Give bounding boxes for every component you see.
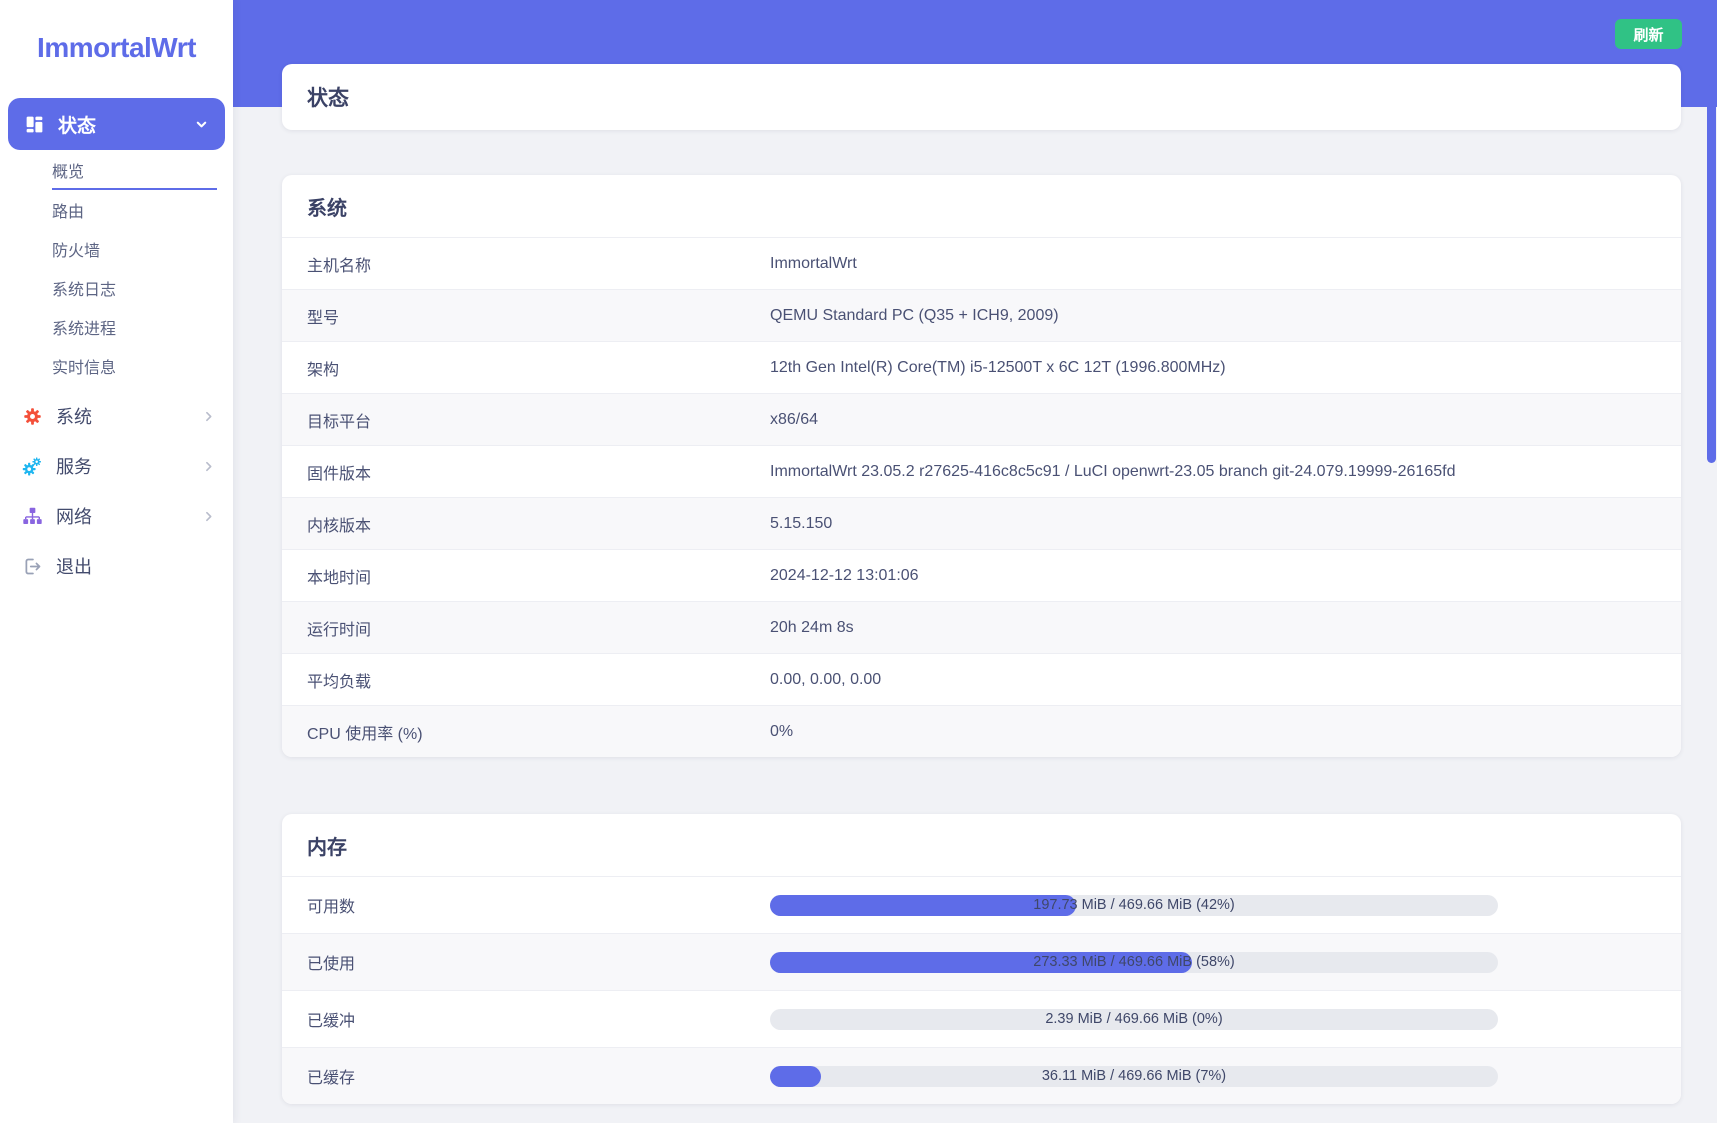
page-title: 状态 bbox=[282, 64, 1681, 130]
row-label: 内核版本 bbox=[307, 517, 372, 535]
chevron-right-icon bbox=[202, 460, 215, 473]
memory-used-bar: 273.33 MiB / 469.66 MiB (58%) bbox=[770, 951, 1681, 973]
memory-cached-bar: 36.11 MiB / 469.66 MiB (7%) bbox=[770, 1065, 1681, 1087]
table-row: 主机名称 ImmortalWrt bbox=[282, 237, 1681, 289]
gears-icon bbox=[22, 456, 43, 477]
sidebar-item-label: 状态 bbox=[58, 115, 97, 137]
table-row: CPU 使用率 (%) 0% bbox=[282, 705, 1681, 757]
sidebar-item-firewall[interactable]: 防火墙 bbox=[52, 229, 217, 268]
table-row: 固件版本 ImmortalWrt 23.05.2 r27625-416c8c5c… bbox=[282, 445, 1681, 497]
row-label: 运行时间 bbox=[307, 621, 372, 639]
table-row: 平均负载 0.00, 0.00, 0.00 bbox=[282, 653, 1681, 705]
row-value: QEMU Standard PC (Q35 + ICH9, 2009) bbox=[770, 306, 1059, 324]
table-row: 本地时间 2024-12-12 13:01:06 bbox=[282, 549, 1681, 601]
dashboard-grid-icon bbox=[24, 114, 45, 135]
progress-bar: 273.33 MiB / 469.66 MiB (58%) bbox=[770, 951, 1498, 973]
scrollbar-thumb[interactable] bbox=[1707, 85, 1716, 463]
main-area: 刷新 状态 系统 主机名称 ImmortalWrt 型号 QEMU Standa… bbox=[233, 0, 1717, 1123]
page-scrollbar[interactable] bbox=[1706, 0, 1717, 1123]
table-row: 已缓冲 2.39 MiB / 469.66 MiB (0%) bbox=[282, 990, 1681, 1047]
table-row: 已使用 273.33 MiB / 469.66 MiB (58%) bbox=[282, 933, 1681, 990]
memory-free-bar: 197.73 MiB / 469.66 MiB (42%) bbox=[770, 894, 1681, 916]
sidebar-item-label: 系统 bbox=[56, 407, 92, 427]
app-logo: ImmortalWrt bbox=[37, 32, 196, 63]
sitemap-icon bbox=[22, 506, 43, 527]
sidebar-item-status[interactable]: 状态 bbox=[8, 98, 225, 150]
status-submenu: 概览 路由 防火墙 系统日志 系统进程 实时信息 bbox=[52, 151, 217, 385]
row-label: 已缓存 bbox=[307, 1070, 356, 1087]
sidebar-item-realtime[interactable]: 实时信息 bbox=[52, 346, 217, 385]
sidebar-item-label: 服务 bbox=[56, 457, 92, 477]
sidebar-nav: 状态 概览 路由 防火墙 系统日志 系统进程 实时信息 系统 服务 网络 退出 bbox=[0, 98, 233, 591]
table-row: 目标平台 x86/64 bbox=[282, 393, 1681, 445]
sidebar-item-label: 网络 bbox=[56, 507, 92, 527]
sidebar-item-syslog[interactable]: 系统日志 bbox=[52, 268, 217, 307]
row-value: 12th Gen Intel(R) Core(TM) i5-12500T x 6… bbox=[770, 358, 1226, 376]
progress-bar-text: 36.11 MiB / 469.66 MiB (7%) bbox=[1041, 1067, 1227, 1084]
logout-icon bbox=[22, 556, 43, 577]
row-value: 5.15.150 bbox=[770, 514, 833, 532]
table-row: 可用数 197.73 MiB / 469.66 MiB (42%) bbox=[282, 876, 1681, 933]
memory-section: 内存 可用数 197.73 MiB / 469.66 MiB (42%) 已使用… bbox=[282, 814, 1681, 1104]
gear-icon bbox=[22, 406, 43, 427]
memory-buffered-bar: 2.39 MiB / 469.66 MiB (0%) bbox=[770, 1008, 1681, 1030]
system-section: 系统 主机名称 ImmortalWrt 型号 QEMU Standard PC … bbox=[282, 175, 1681, 757]
progress-bar: 197.73 MiB / 469.66 MiB (42%) bbox=[770, 894, 1498, 916]
progress-bar: 36.11 MiB / 469.66 MiB (7%) bbox=[770, 1065, 1498, 1087]
row-label: 架构 bbox=[307, 361, 340, 379]
row-value: 2024-12-12 13:01:06 bbox=[770, 566, 919, 584]
sidebar-item-label: 退出 bbox=[56, 557, 92, 577]
sidebar-item-processes[interactable]: 系统进程 bbox=[52, 307, 217, 346]
table-row: 已缓存 36.11 MiB / 469.66 MiB (7%) bbox=[282, 1047, 1681, 1104]
sidebar-item-services[interactable]: 服务 bbox=[0, 441, 233, 491]
row-value: 20h 24m 8s bbox=[770, 618, 854, 636]
row-value: 0.00, 0.00, 0.00 bbox=[770, 670, 882, 688]
section-title-system: 系统 bbox=[307, 197, 347, 220]
section-title-memory: 内存 bbox=[307, 836, 347, 859]
page-content: 状态 系统 主机名称 ImmortalWrt 型号 QEMU Standard … bbox=[282, 64, 1681, 1123]
row-label: CPU 使用率 (%) bbox=[307, 725, 423, 743]
table-row: 内核版本 5.15.150 bbox=[282, 497, 1681, 549]
row-label: 平均负载 bbox=[307, 673, 372, 691]
progress-bar-text: 273.33 MiB / 469.66 MiB (58%) bbox=[1033, 953, 1235, 970]
row-label: 已使用 bbox=[307, 956, 356, 973]
row-label: 固件版本 bbox=[307, 465, 372, 483]
row-value: 0% bbox=[770, 722, 794, 740]
table-row: 运行时间 20h 24m 8s bbox=[282, 601, 1681, 653]
row-label: 型号 bbox=[307, 309, 340, 327]
sidebar-item-overview[interactable]: 概览 bbox=[52, 151, 217, 190]
sidebar-item-network[interactable]: 网络 bbox=[0, 491, 233, 541]
progress-bar-text: 197.73 MiB / 469.66 MiB (42%) bbox=[1033, 896, 1235, 913]
sidebar-item-system[interactable]: 系统 bbox=[0, 391, 233, 441]
chevron-right-icon bbox=[202, 510, 215, 523]
row-label: 主机名称 bbox=[307, 257, 372, 275]
row-label: 本地时间 bbox=[307, 569, 372, 587]
sidebar-item-logout[interactable]: 退出 bbox=[0, 541, 233, 591]
row-value: x86/64 bbox=[770, 410, 819, 428]
sidebar-item-routes[interactable]: 路由 bbox=[52, 190, 217, 229]
progress-bar-text: 2.39 MiB / 469.66 MiB (0%) bbox=[1045, 1010, 1223, 1027]
row-label: 已缓冲 bbox=[307, 1013, 356, 1030]
progress-bar: 2.39 MiB / 469.66 MiB (0%) bbox=[770, 1008, 1498, 1030]
row-value: ImmortalWrt bbox=[770, 254, 857, 272]
row-value: ImmortalWrt 23.05.2 r27625-416c8c5c91 / … bbox=[770, 462, 1456, 480]
row-label: 目标平台 bbox=[307, 413, 372, 431]
chevron-right-icon bbox=[202, 410, 215, 423]
table-row: 架构 12th Gen Intel(R) Core(TM) i5-12500T … bbox=[282, 341, 1681, 393]
chevron-down-icon bbox=[194, 117, 209, 132]
table-row: 型号 QEMU Standard PC (Q35 + ICH9, 2009) bbox=[282, 289, 1681, 341]
refresh-button[interactable]: 刷新 bbox=[1615, 19, 1682, 49]
sidebar: ImmortalWrt 状态 概览 路由 防火墙 系统日志 系统进程 实时信息 bbox=[0, 0, 233, 1123]
row-label: 可用数 bbox=[307, 899, 356, 916]
